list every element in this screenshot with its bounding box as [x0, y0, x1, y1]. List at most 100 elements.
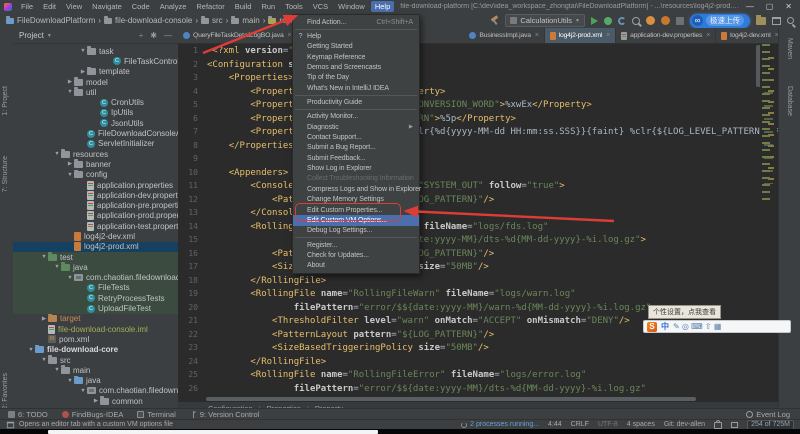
- code-editor[interactable]: 1 <?xml version="1.0" encoding="UTF-8"?>…: [178, 44, 778, 396]
- tree-toggle-icon[interactable]: ▼: [66, 89, 74, 95]
- build-hammer-icon[interactable]: [490, 16, 499, 25]
- tree-item-src[interactable]: ▼src: [13, 355, 178, 365]
- tree-toggle-icon[interactable]: ▶: [66, 79, 74, 85]
- menu-item-submit-feedback[interactable]: Submit Feedback...: [293, 153, 419, 163]
- code-line-14[interactable]: 14 <RollingFile name="RollingFile" fileN…: [178, 220, 778, 234]
- menu-item-about[interactable]: About: [293, 261, 419, 271]
- layout-icon[interactable]: [731, 422, 738, 428]
- gear-icon[interactable]: ✱: [150, 31, 157, 40]
- code-line-5[interactable]: 5 <Property name="LOG_EXCEPTION_CONVERSI…: [178, 98, 778, 112]
- menu-item-diagnostic[interactable]: Diagnostic▶: [293, 122, 419, 132]
- menu-item-show-log-in-explorer[interactable]: Show Log in Explorer: [293, 163, 419, 173]
- menu-item-check-for-updates[interactable]: Check for Updates...: [293, 250, 419, 260]
- ime-language-icon[interactable]: 中: [661, 322, 669, 332]
- tree-toggle-icon[interactable]: ▼: [53, 367, 61, 373]
- tree-item-template[interactable]: ▶template: [13, 67, 178, 77]
- menu-item-submit-a-bug-report[interactable]: Submit a Bug Report...: [293, 143, 419, 153]
- tree-item-filetaskcontroller[interactable]: CFileTaskController: [13, 56, 178, 66]
- tree-item-filetests[interactable]: CFileTests: [13, 283, 178, 293]
- editor-tab-queryfiletaskdetaillogbo-java[interactable]: QueryFileTaskDetailLogBO.java×: [178, 28, 297, 43]
- tree-item-application-pre-properties[interactable]: application-pre.properties: [13, 200, 178, 210]
- search-icon[interactable]: [787, 17, 794, 24]
- editor-tab-application-dev-properties[interactable]: application-dev.properties×: [616, 28, 716, 43]
- indent-indicator[interactable]: 4 spaces: [627, 421, 655, 428]
- taskbar-search-box[interactable]: [48, 430, 378, 434]
- tree-item-application-properties[interactable]: application.properties: [13, 180, 178, 190]
- ime-action-icons[interactable]: ✎ ◎ ⌨ ⇧ ▦: [673, 322, 721, 332]
- tree-item-pom-xml[interactable]: mpom.xml: [13, 334, 178, 344]
- split-icon[interactable]: ÷: [139, 31, 143, 40]
- maximize-button[interactable]: ▢: [766, 2, 774, 11]
- editor-tab-businessimpl-java[interactable]: BusinessImpl.java×: [464, 28, 544, 43]
- ime-toolbar[interactable]: S 中 ✎ ◎ ⌨ ⇧ ▦: [643, 320, 791, 333]
- menu-run[interactable]: Run: [257, 1, 279, 12]
- menu-item-register[interactable]: Register...: [293, 240, 419, 250]
- readonly-lock-icon[interactable]: [714, 422, 722, 429]
- memory-indicator[interactable]: 254 of 725M: [747, 420, 794, 430]
- tree-toggle-icon[interactable]: ▼: [79, 48, 87, 54]
- menu-build[interactable]: Build: [231, 1, 256, 12]
- code-line-4[interactable]: 4 <Property name="PID">????</Property>: [178, 85, 778, 99]
- tree-item-util[interactable]: ▼util: [13, 87, 178, 97]
- toolwindow-favorites-button[interactable]: 2: Favorites: [2, 373, 9, 410]
- menu-file[interactable]: File: [17, 1, 37, 12]
- menu-item-help[interactable]: ?Help: [293, 31, 419, 41]
- ime-logo-icon[interactable]: S: [647, 322, 657, 332]
- tree-item-file-download-console-iml[interactable]: file-download-console.iml: [13, 324, 178, 334]
- menu-item-keymap-reference[interactable]: Keymap Reference: [293, 52, 419, 62]
- toolwindow-database-button[interactable]: Database: [786, 86, 793, 116]
- editor-tab-log4j2-dev-xml[interactable]: log4j2-dev.xml×: [716, 28, 778, 43]
- tree-toggle-icon[interactable]: ▼: [40, 254, 48, 260]
- encoding-indicator[interactable]: UTF-8: [598, 421, 618, 428]
- menu-item-find-action[interactable]: Find Action...Ctrl+Shift+A: [293, 17, 419, 27]
- close-icon[interactable]: ×: [288, 32, 292, 39]
- tree-toggle-icon[interactable]: ▼: [66, 275, 74, 281]
- toolwindow-button-6-todo[interactable]: 6: TODO: [8, 410, 48, 419]
- code-line-26[interactable]: 26 filePattern="error/$${date:yyyy-MM}/d…: [178, 382, 778, 396]
- tree-item-test[interactable]: ▼test: [13, 252, 178, 262]
- code-line-15[interactable]: 15 filePattern="logs/$${date:yyyy-MM}/dt…: [178, 233, 778, 247]
- code-line-18[interactable]: 18 </RollingFile>: [178, 274, 778, 288]
- tree-item-iputils[interactable]: CIpUtils: [13, 108, 178, 118]
- toolwindow-maven-button[interactable]: Maven: [786, 38, 793, 59]
- close-icon[interactable]: ×: [706, 32, 710, 39]
- coverage-button[interactable]: [632, 17, 640, 25]
- menu-window[interactable]: Window: [334, 1, 369, 12]
- code-line-24[interactable]: 24 </RollingFile>: [178, 355, 778, 369]
- upload-overlay-badge[interactable]: ∞ 极速上传: [690, 14, 750, 28]
- menu-code[interactable]: Code: [128, 1, 154, 12]
- code-line-16[interactable]: 16 <PatternLayout pattern="${LOG_PATTERN…: [178, 247, 778, 261]
- menu-refactor[interactable]: Refactor: [192, 1, 228, 12]
- toolwindow-button-terminal[interactable]: Terminal: [137, 410, 175, 419]
- event-log-button[interactable]: Event Log: [746, 410, 800, 419]
- code-line-23[interactable]: 23 <SizeBasedTriggeringPolicy size="50MB…: [178, 341, 778, 355]
- hide-panel-icon[interactable]: —: [164, 31, 172, 40]
- tree-item-model[interactable]: ▶model: [13, 77, 178, 87]
- tree-toggle-icon[interactable]: ▼: [66, 378, 74, 384]
- tree-item-retryprocesstests[interactable]: CRetryProcessTests: [13, 293, 178, 303]
- tree-toggle-icon[interactable]: ▶: [79, 69, 87, 75]
- breadcrumb-item[interactable]: src: [201, 16, 223, 25]
- tree-item-resources[interactable]: ▼resources: [13, 149, 178, 159]
- code-line-6[interactable]: 6 <Property name="LOG_LEVEL_PATTERN">%5p…: [178, 112, 778, 126]
- menu-item-tip-of-the-day[interactable]: Tip of the Day: [293, 73, 419, 83]
- tree-toggle-icon[interactable]: ▼: [53, 151, 61, 157]
- tree-item-task[interactable]: ▼task: [13, 46, 178, 56]
- tree-item-com-chaotian-filedownload-core[interactable]: ▼com.chaotian.filedownload.core: [13, 386, 178, 396]
- toolwindow-button-9-version-control[interactable]: 9: Version Control: [190, 410, 260, 419]
- tree-toggle-icon[interactable]: ▼: [40, 357, 48, 363]
- tree-item-log4j2-prod-xml[interactable]: log4j2-prod.xml: [13, 242, 178, 252]
- code-line-11[interactable]: 11 <Console name="Console" target="SYSTE…: [178, 179, 778, 193]
- toolwindow-project-button[interactable]: 1: Project: [2, 86, 9, 116]
- rerun-icon[interactable]: [646, 16, 655, 25]
- git-branch-indicator[interactable]: Git: dev-allen: [664, 421, 705, 428]
- line-ending-indicator[interactable]: CRLF: [571, 421, 589, 428]
- code-line-19[interactable]: 19 <RollingFile name="RollingFileWarn" f…: [178, 287, 778, 301]
- menu-item-debug-log-settings[interactable]: Debug Log Settings...: [293, 226, 419, 236]
- tree-item-application-prod-properties[interactable]: application-prod.properties: [13, 211, 178, 221]
- menu-help[interactable]: Help: [371, 1, 394, 12]
- tree-item-file-download-core[interactable]: ▼file-download-core: [13, 345, 178, 355]
- code-line-12[interactable]: 12 <PatternLayout pattern="${LOG_PATTERN…: [178, 193, 778, 207]
- code-line-1[interactable]: 1 <?xml version="1.0" encoding="UTF-8"?>: [178, 44, 778, 58]
- tree-toggle-icon[interactable]: ▶: [40, 316, 48, 322]
